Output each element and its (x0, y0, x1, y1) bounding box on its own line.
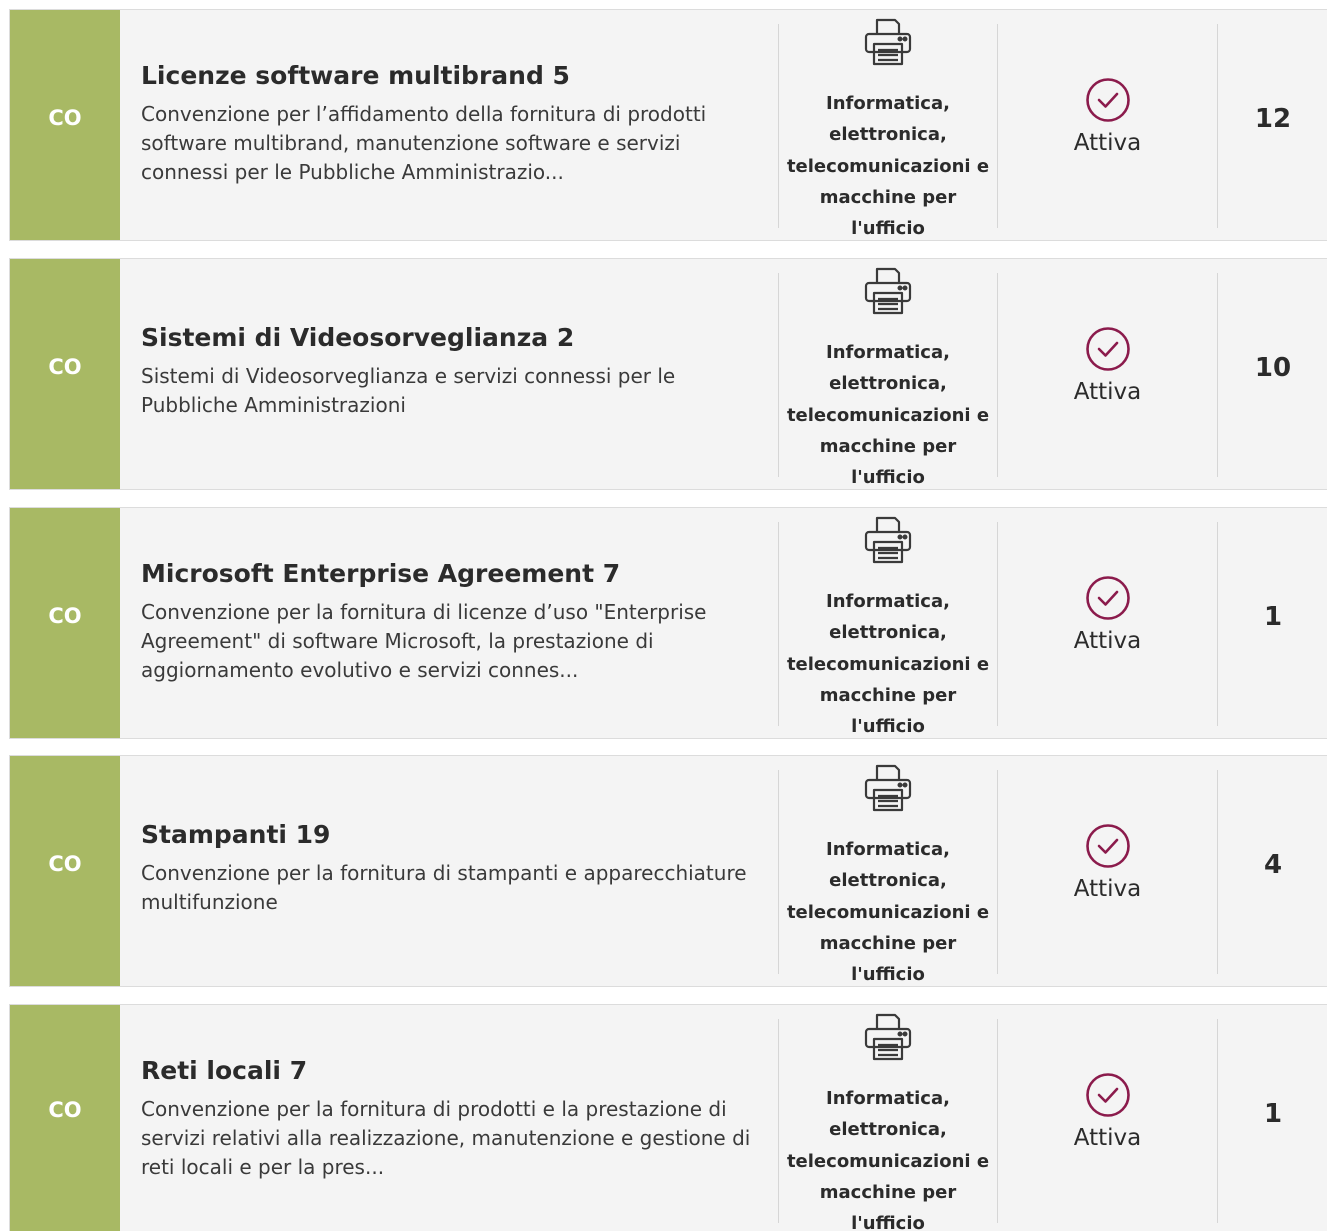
check-circle-icon (1085, 824, 1130, 868)
category-cell: Informatica, elettronica, telecomunicazi… (779, 512, 997, 738)
category-label: Informatica, elettronica, telecomunicazi… (786, 591, 990, 738)
agreement-description: Convenzione per la fornitura di licenze … (141, 600, 707, 682)
type-badge: CO (10, 259, 120, 489)
check-circle-icon (1085, 78, 1130, 122)
check-circle-icon (1085, 576, 1130, 620)
agreement-title[interactable]: Sistemi di Videosorveglianza 2 (141, 322, 771, 354)
status-cell: Attiva (998, 822, 1217, 902)
type-badge: CO (10, 1005, 120, 1231)
status-cell: Attiva (998, 1071, 1217, 1151)
agreement-title[interactable]: Licenze software multibrand 5 (141, 60, 771, 92)
agreement-title[interactable]: Reti locali 7 (141, 1055, 771, 1087)
agreement-info: Sistemi di Videosorveglianza 2 Sistemi d… (141, 322, 771, 420)
agreement-card[interactable]: CO Stampanti 19 Convenzione per la forni… (9, 755, 1327, 987)
status-cell: Attiva (998, 76, 1217, 156)
agreement-description: Convenzione per l’affidamento della forn… (141, 102, 707, 184)
category-cell: Informatica, elettronica, telecomunicazi… (779, 263, 997, 489)
count-value: 1 (1263, 602, 1283, 632)
type-badge: CO (10, 756, 120, 986)
agreement-card[interactable]: CO Licenze software multibrand 5 Convenz… (9, 9, 1327, 241)
agreement-description: Convenzione per la fornitura di stampant… (141, 861, 747, 914)
agreement-info: Stampanti 19 Convenzione per la fornitur… (141, 819, 771, 917)
agreement-card[interactable]: CO Sistemi di Videosorveglianza 2 Sistem… (9, 258, 1327, 490)
type-badge: CO (10, 10, 120, 240)
category-label: Informatica, elettronica, telecomunicazi… (786, 93, 990, 240)
category-cell: Informatica, elettronica, telecomunicazi… (779, 14, 997, 240)
agreement-info: Licenze software multibrand 5 Convenzion… (141, 60, 771, 187)
status-cell: Attiva (998, 325, 1217, 405)
count-value: 4 (1263, 850, 1283, 880)
agreements-list: CO Licenze software multibrand 5 Convenz… (0, 0, 1327, 1231)
agreement-card[interactable]: CO Reti locali 7 Convenzione per la forn… (9, 1004, 1327, 1231)
printer-icon (864, 267, 912, 315)
status-label: Attiva (1073, 130, 1142, 156)
agreement-title[interactable]: Microsoft Enterprise Agreement 7 (141, 558, 771, 590)
status-label: Attiva (1073, 876, 1142, 902)
printer-icon (864, 516, 912, 564)
agreement-card[interactable]: CO Microsoft Enterprise Agreement 7 Conv… (9, 507, 1327, 739)
category-label: Informatica, elettronica, telecomunicazi… (786, 839, 990, 986)
category-cell: Informatica, elettronica, telecomunicazi… (779, 760, 997, 986)
status-label: Attiva (1073, 628, 1142, 654)
count-value: 10 (1254, 353, 1292, 383)
category-label: Informatica, elettronica, telecomunicazi… (786, 342, 990, 489)
check-circle-icon (1085, 327, 1130, 371)
printer-icon (864, 18, 912, 66)
status-label: Attiva (1073, 1125, 1142, 1151)
count-value: 1 (1263, 1099, 1283, 1129)
status-label: Attiva (1073, 379, 1142, 405)
printer-icon (864, 764, 912, 812)
category-label: Informatica, elettronica, telecomunicazi… (786, 1088, 990, 1231)
agreement-description: Sistemi di Videosorveglianza e servizi c… (141, 364, 676, 417)
agreement-info: Microsoft Enterprise Agreement 7 Convenz… (141, 558, 771, 685)
category-cell: Informatica, elettronica, telecomunicazi… (779, 1009, 997, 1231)
printer-icon (864, 1013, 912, 1061)
check-circle-icon (1085, 1073, 1130, 1117)
type-badge: CO (10, 508, 120, 738)
agreement-title[interactable]: Stampanti 19 (141, 819, 771, 851)
status-cell: Attiva (998, 574, 1217, 654)
count-value: 12 (1254, 104, 1292, 134)
agreement-description: Convenzione per la fornitura di prodotti… (141, 1097, 751, 1179)
agreement-info: Reti locali 7 Convenzione per la fornitu… (141, 1055, 771, 1182)
